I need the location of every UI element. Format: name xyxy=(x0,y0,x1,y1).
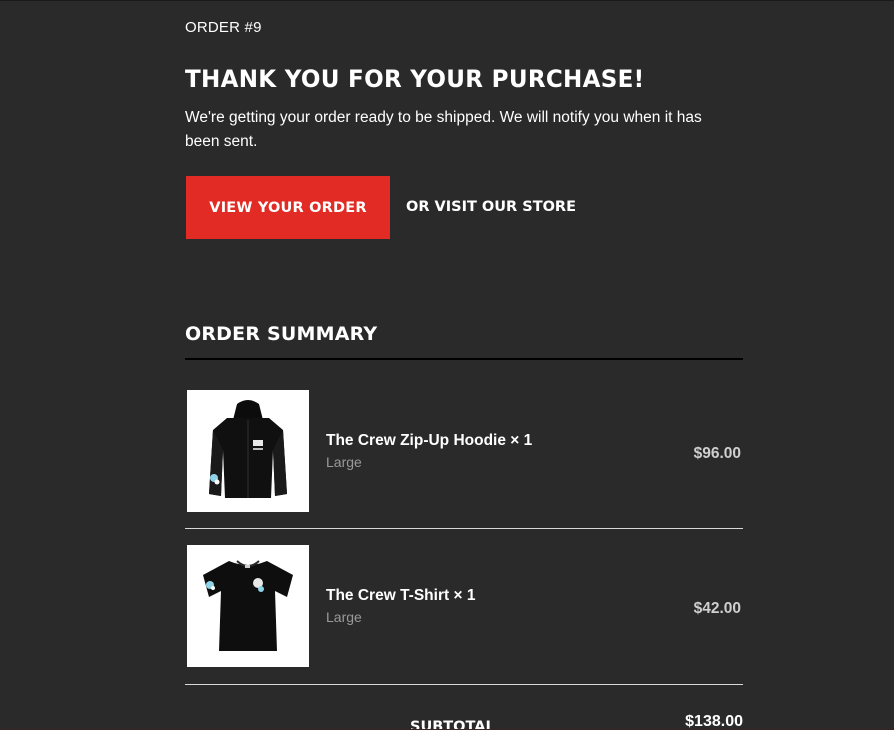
order-confirmation-email: ORDER #9 THANK YOU FOR YOUR PURCHASE! We… xyxy=(0,0,894,730)
summary-divider xyxy=(185,358,743,360)
line-item-name: The Crew Zip-Up Hoodie × 1 xyxy=(326,432,533,449)
page-title: THANK YOU FOR YOUR PURCHASE! xyxy=(185,65,645,93)
order-summary-title: ORDER SUMMARY xyxy=(185,323,378,345)
line-item-price: $42.00 xyxy=(693,600,741,617)
view-order-button[interactable]: VIEW YOUR ORDER xyxy=(186,176,390,239)
line-item-info: The Crew Zip-Up Hoodie × 1 Large xyxy=(326,432,532,470)
confirmation-message: We're getting your order ready to be shi… xyxy=(185,109,702,150)
line-item-name: The Crew T-Shirt × 1 xyxy=(326,587,476,604)
subtotal-value: $138.00 xyxy=(685,713,743,730)
order-number: ORDER #9 xyxy=(185,19,262,36)
line-item-variant: Large xyxy=(326,454,362,470)
hoodie-image[interactable] xyxy=(187,390,309,512)
line-item: The Crew Zip-Up Hoodie × 1 Large $96.00 xyxy=(185,390,743,512)
line-item: The Crew T-Shirt × 1 Large $42.00 xyxy=(185,545,743,667)
tshirt-icon xyxy=(203,560,293,651)
item-divider xyxy=(185,528,743,529)
line-item-info: The Crew T-Shirt × 1 Large xyxy=(326,587,475,625)
line-item-price: $96.00 xyxy=(693,445,741,462)
item-divider xyxy=(185,684,743,685)
visit-store-link[interactable]: OR VISIT OUR STORE xyxy=(406,199,576,215)
cta-row: VIEW YOUR ORDER OR VISIT OUR STORE xyxy=(186,176,576,239)
hoodie-icon xyxy=(209,400,287,498)
tshirt-image[interactable] xyxy=(187,545,309,667)
line-item-variant: Large xyxy=(326,609,362,625)
